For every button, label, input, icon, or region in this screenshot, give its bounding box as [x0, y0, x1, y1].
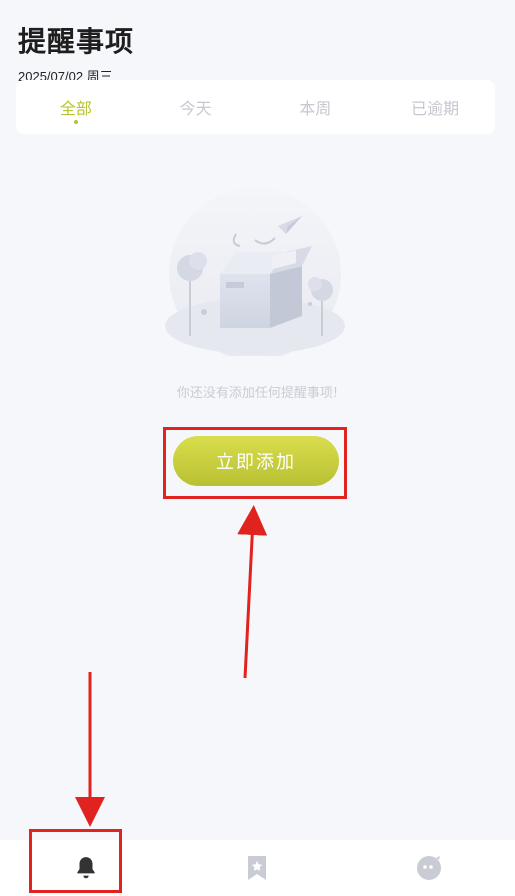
nav-profile[interactable]: [379, 840, 479, 896]
bottom-navigation: [0, 840, 515, 896]
nav-favorites[interactable]: [207, 840, 307, 896]
tab-today-label: 今天: [179, 99, 212, 118]
bell-icon: [77, 857, 95, 879]
tab-all-label: 全部: [59, 99, 92, 118]
empty-box-illustration: [165, 188, 345, 356]
empty-state-message: 你还没有添加任何提醒事项!: [176, 386, 339, 401]
add-reminder-button[interactable]: 立即添加: [173, 436, 339, 486]
nav-reminders[interactable]: [36, 840, 136, 896]
tab-this-week-label: 本周: [299, 99, 332, 118]
tab-today[interactable]: 今天: [141, 95, 251, 119]
profile-face-icon: [417, 856, 442, 880]
arrow-to-add-button: [237, 505, 268, 679]
tab-overdue-label: 已逾期: [411, 99, 460, 118]
page-title: 提醒事项: [18, 25, 135, 58]
page-header: 提醒事项 2025/07/02 周三: [18, 20, 134, 85]
tab-overdue[interactable]: 已逾期: [380, 95, 490, 119]
active-tab-indicator: [73, 120, 78, 124]
tab-all[interactable]: 全部: [21, 95, 131, 124]
filter-tabs: 全部 今天 本周 已逾期: [16, 80, 495, 134]
bookmark-star-icon: [248, 856, 267, 880]
tab-this-week[interactable]: 本周: [260, 95, 370, 119]
